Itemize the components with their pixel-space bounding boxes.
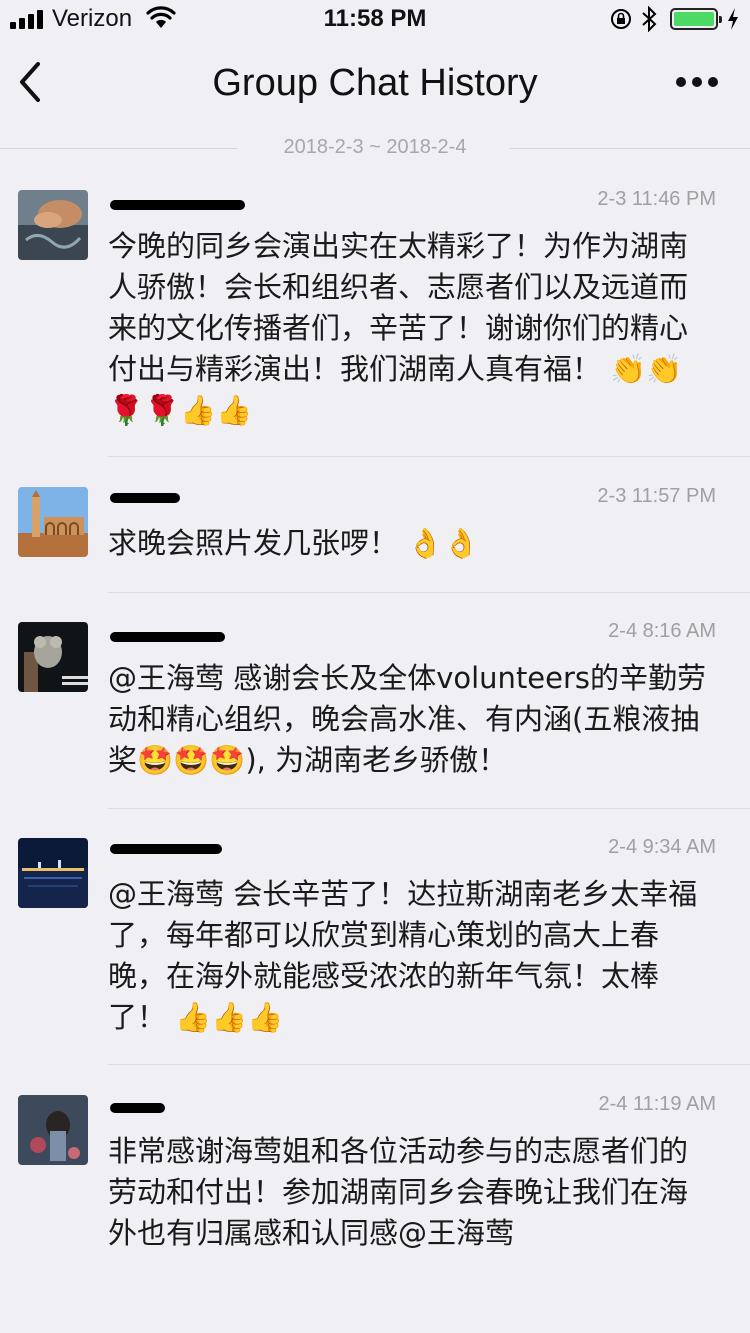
message-timestamp: 2-3 11:57 PM [597,485,716,507]
redacted-name [110,844,222,854]
divider [108,1064,750,1065]
date-range-divider: 2018-2-3 ~ 2018-2-4 [0,134,750,164]
chat-message: 2-4 8:16 AM @王海莺 感谢会长及全体volunteers的辛勤劳动和… [0,620,750,810]
bluetooth-icon [641,5,657,36]
message-text: 非常感谢海莺姐和各位活动参与的志愿者们的劳动和付出！参加湖南同乡会春晚让我们在海… [108,1134,689,1250]
page-title: Group Chat History [212,62,538,104]
divider [108,456,750,457]
message-text: @王海莺 会长辛苦了！达拉斯湖南老乡太幸福了，每年都可以欣赏到精心策划的高大上春… [108,877,698,1034]
more-options-icon[interactable] [676,72,724,91]
message-timestamp: 2-3 11:46 PM [597,188,716,210]
divider [108,808,750,809]
date-range-label: 2018-2-3 ~ 2018-2-4 [283,136,467,158]
message-text: 求晚会照片发几张啰！ 👌👌 [108,526,480,560]
avatar[interactable] [18,487,88,557]
chat-message: 2-3 11:46 PM 今晚的同乡会演出实在太精彩了！为作为湖南人骄傲！会长和… [0,188,750,458]
message-timestamp: 2-4 11:19 AM [598,1093,716,1115]
avatar[interactable] [18,1095,88,1165]
message-text: @王海莺 感谢会长及全体volunteers的辛勤劳动和精心组织，晚会高水准、有… [108,661,707,777]
chat-message: 2-4 9:34 AM @王海莺 会长辛苦了！达拉斯湖南老乡太幸福了，每年都可以… [0,836,750,1066]
avatar[interactable] [18,838,88,908]
redacted-name [110,200,245,210]
battery-icon [670,8,722,30]
status-bar: Verizon 11:58 PM [0,0,750,38]
redacted-name [110,493,180,503]
rotation-lock-icon [610,8,632,34]
message-text: 今晚的同乡会演出实在太精彩了！为作为湖南人骄傲！会长和组织者、志愿者们以及远道而… [108,229,689,427]
avatar[interactable] [18,622,88,692]
navigation-bar: Group Chat History [0,38,750,128]
divider [108,592,750,593]
chat-message: 2-4 11:19 AM 非常感谢海莺姐和各位活动参与的志愿者们的劳动和付出！参… [0,1093,750,1273]
clock: 11:58 PM [323,5,427,32]
charging-icon [726,7,740,35]
chat-message: 2-3 11:57 PM 求晚会照片发几张啰！ 👌👌 [0,485,750,593]
message-timestamp: 2-4 9:34 AM [608,836,716,858]
redacted-name [110,1103,165,1113]
redacted-name [110,632,225,642]
avatar[interactable] [18,190,88,260]
message-timestamp: 2-4 8:16 AM [608,620,716,642]
